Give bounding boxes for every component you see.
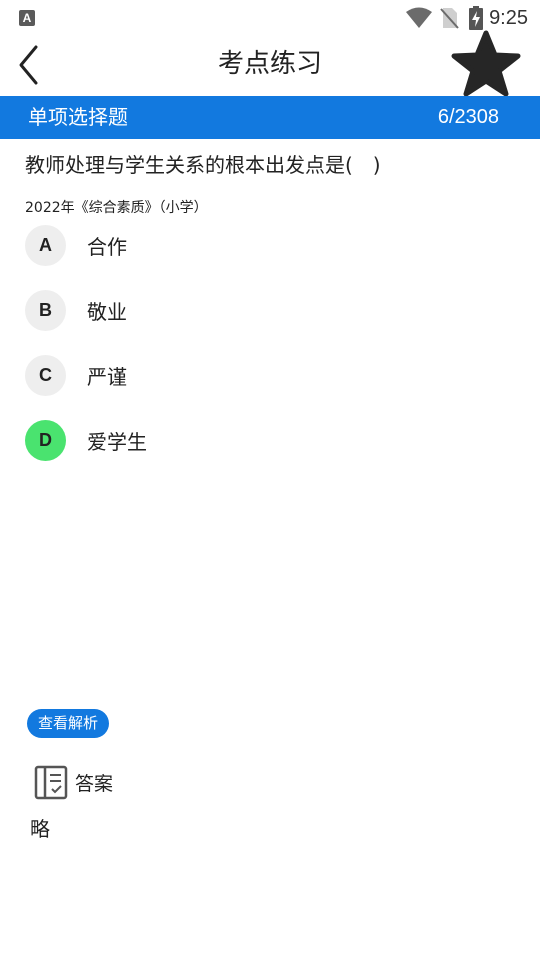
practice-screen: A 9:25 考点练习 单项选择题 6/2308 教师处理与学生关系的根本出发点… [0,0,540,960]
option-letter-correct: D [25,419,66,461]
option-letter: C [25,354,66,396]
favorite-button[interactable] [450,30,522,100]
question-progress: 6/2308 [437,106,499,128]
answer-content: 略 [30,817,50,841]
option-text: 合作 [87,234,127,259]
option-b[interactable]: B 敬业 [25,289,505,331]
option-c[interactable]: C 严谨 [25,354,505,396]
option-text: 敬业 [87,299,127,324]
wifi-icon [405,7,433,29]
option-letter: A [25,224,66,266]
view-analysis-button[interactable]: 查看解析 [27,709,110,738]
app-header: 考点练习 [0,30,540,97]
answer-header: 答案 [34,765,113,800]
back-button[interactable] [12,42,48,88]
question-type-bar: 单项选择题 6/2308 [0,96,540,139]
question-text: 教师处理与学生关系的根本出发点是( ) [25,153,381,177]
no-sim-icon [439,7,459,29]
option-d[interactable]: D 爱学生 [25,419,505,461]
option-text: 爱学生 [87,429,147,454]
answer-label: 答案 [75,773,114,795]
option-a[interactable]: A 合作 [25,224,505,266]
option-letter: B [25,289,66,331]
app-notification-icon: A [19,10,35,26]
option-text: 严谨 [87,364,127,389]
battery-charging-icon [469,6,484,30]
notebook-icon [34,765,68,800]
status-time: 9:25 [489,7,528,29]
question-source: 2022年《综合素质》（小学） [25,200,208,216]
chevron-left-icon [19,45,38,85]
star-icon [451,30,521,97]
status-icons: 9:25 [405,5,528,31]
question-type-label: 单项选择题 [28,105,128,129]
